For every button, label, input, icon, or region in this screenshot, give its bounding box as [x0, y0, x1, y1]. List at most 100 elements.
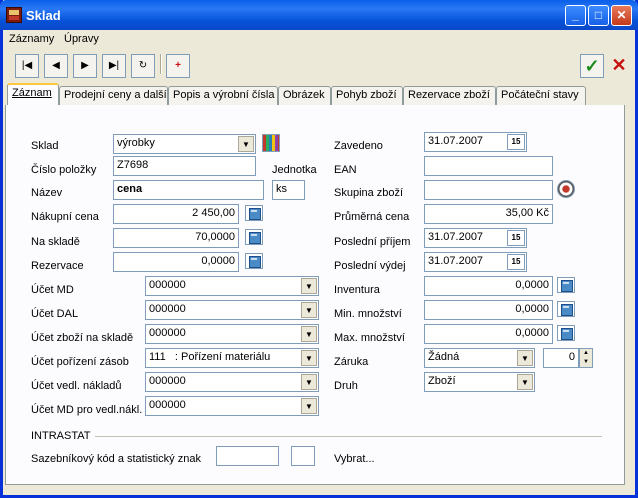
confirm-button[interactable]: ✓	[580, 54, 604, 78]
intrastat-label: INTRASTAT	[31, 430, 91, 442]
calculator-icon[interactable]	[557, 301, 575, 317]
calculator-icon[interactable]	[245, 253, 263, 269]
skupina-input[interactable]	[424, 180, 553, 200]
checkmark-icon: ✓	[584, 56, 600, 76]
sklad-value: výrobky	[117, 137, 155, 149]
sazebnik-code-input[interactable]	[216, 446, 279, 466]
calculator-icon[interactable]	[245, 229, 263, 245]
tab-obrazek[interactable]: Obrázek	[278, 86, 331, 105]
chevron-down-icon: ▼	[301, 278, 317, 294]
ucet-vedl-dropdown[interactable]: 000000 ▼	[145, 372, 319, 392]
ucet-md-vedl-dropdown[interactable]: 000000 ▼	[145, 396, 319, 416]
add-column-button[interactable]: +	[166, 54, 190, 78]
vybrat-link[interactable]: Vybrat...	[334, 453, 375, 465]
close-button[interactable]: ✕	[611, 5, 632, 26]
ucet-dal-dropdown[interactable]: 000000 ▼	[145, 300, 319, 320]
menu-zaznamy[interactable]: Záznamy	[9, 33, 54, 45]
cislo-input[interactable]: Z7698	[113, 156, 256, 176]
rezervace-input[interactable]: 0,0000	[113, 252, 239, 272]
intrastat-divider	[95, 436, 602, 437]
ean-label: EAN	[334, 164, 357, 176]
cancel-button[interactable]: ✕	[607, 54, 631, 78]
minimize-button[interactable]: _	[565, 5, 586, 26]
zavedeno-label: Zavedeno	[334, 140, 383, 152]
ucet-poriz-dropdown[interactable]: 111 : Pořízení materiálu ▼	[145, 348, 319, 368]
ucet-poriz-label: Účet pořízení zásob	[31, 356, 129, 368]
ucet-vedl-value: 000000	[149, 375, 186, 387]
ucet-zbozi-label: Účet zboží na skladě	[31, 332, 134, 344]
menu-upravy[interactable]: Úpravy	[64, 33, 99, 45]
calculator-icon[interactable]	[557, 325, 575, 341]
chevron-down-icon: ▼	[238, 136, 254, 152]
calculator-icon[interactable]	[557, 277, 575, 293]
ucet-dal-label: Účet DAL	[31, 308, 79, 320]
chevron-down-icon: ▼	[517, 350, 533, 366]
refresh-button[interactable]: ↻	[131, 54, 155, 78]
chevron-down-icon: ▼	[301, 374, 317, 390]
sklad-lookup-icon[interactable]	[262, 134, 280, 152]
tab-pocatecni-stavy[interactable]: Počáteční stavy	[496, 86, 586, 105]
maximize-button[interactable]: □	[588, 5, 609, 26]
inventura-label: Inventura	[334, 284, 380, 296]
menu-bar: Záznamy Úpravy	[0, 30, 632, 50]
min-input[interactable]: 0,0000	[424, 300, 553, 320]
ean-input[interactable]	[424, 156, 553, 176]
spinner-arrows[interactable]: ▲ ▼	[579, 348, 593, 368]
nazev-input[interactable]: cena	[113, 180, 264, 200]
lookup-icon[interactable]	[557, 180, 575, 198]
posl-prijem-label: Poslední příjem	[334, 236, 411, 248]
tab-rezervace[interactable]: Rezervace zboží	[403, 86, 496, 105]
nakupni-label: Nákupní cena	[31, 211, 99, 223]
rezervace-label: Rezervace	[31, 260, 84, 272]
tab-prodejni-ceny[interactable]: Prodejní ceny a další	[59, 86, 168, 105]
toolbar-separator	[160, 54, 162, 74]
nakupni-input[interactable]: 2 450,00	[113, 204, 239, 224]
calendar-icon[interactable]: 15	[507, 230, 525, 246]
next-icon: ▶	[81, 60, 89, 71]
app-icon	[6, 7, 22, 23]
next-record-button[interactable]: ▶	[73, 54, 97, 78]
chevron-down-icon: ▼	[301, 398, 317, 414]
druh-label: Druh	[334, 380, 358, 392]
title-bar: Sklad _ □ ✕	[0, 0, 638, 30]
nazev-label: Název	[31, 187, 63, 199]
add-column-icon: +	[175, 60, 181, 71]
chevron-down-icon: ▼	[301, 350, 317, 366]
chevron-down-icon: ▼	[301, 326, 317, 342]
tab-pohyb[interactable]: Pohyb zboží	[331, 86, 403, 105]
zaruka-value: Žádná	[428, 351, 460, 363]
sklad-label: Sklad	[31, 140, 59, 152]
ucet-vedl-label: Účet vedl. nákladů	[31, 380, 122, 392]
inventura-input[interactable]: 0,0000	[424, 276, 553, 296]
ucet-dal-value: 000000	[149, 303, 186, 315]
jednotka-input[interactable]: ks	[272, 180, 305, 200]
max-input[interactable]: 0,0000	[424, 324, 553, 344]
first-record-button[interactable]: |◀	[15, 54, 39, 78]
zaruka-num-input[interactable]: 0	[543, 348, 579, 368]
prumerna-input[interactable]: 35,00 Kč	[424, 204, 553, 224]
min-label: Min. množství	[334, 308, 402, 320]
window-title: Sklad	[26, 8, 61, 23]
ucet-md-dropdown[interactable]: 000000 ▼	[145, 276, 319, 296]
sazebnik-znak-input[interactable]	[291, 446, 315, 466]
tab-zaznam[interactable]: Záznam	[7, 83, 59, 106]
ucet-zbozi-value: 000000	[149, 327, 186, 339]
sklad-dropdown[interactable]: výrobky ▼	[113, 134, 256, 154]
posl-vydej-label: Poslední výdej	[334, 260, 406, 272]
ucet-md-value: 000000	[149, 279, 186, 291]
last-record-button[interactable]: ▶|	[102, 54, 126, 78]
prev-record-button[interactable]: ◀	[44, 54, 68, 78]
prev-icon: ◀	[52, 60, 60, 71]
zaruka-dropdown[interactable]: Žádná ▼	[424, 348, 535, 368]
calendar-icon[interactable]: 15	[507, 134, 525, 150]
calendar-icon[interactable]: 15	[507, 254, 525, 270]
ucet-md-label: Účet MD	[31, 284, 74, 296]
nasklade-input[interactable]: 70,0000	[113, 228, 239, 248]
druh-dropdown[interactable]: Zboží ▼	[424, 372, 535, 392]
ucet-zbozi-dropdown[interactable]: 000000 ▼	[145, 324, 319, 344]
ucet-md-vedl-value: 000000	[149, 399, 186, 411]
cislo-label: Číslo položky	[31, 164, 97, 176]
tab-popis[interactable]: Popis a výrobní čísla	[168, 86, 278, 105]
calculator-icon[interactable]	[245, 205, 263, 221]
chevron-down-icon: ▼	[301, 302, 317, 318]
